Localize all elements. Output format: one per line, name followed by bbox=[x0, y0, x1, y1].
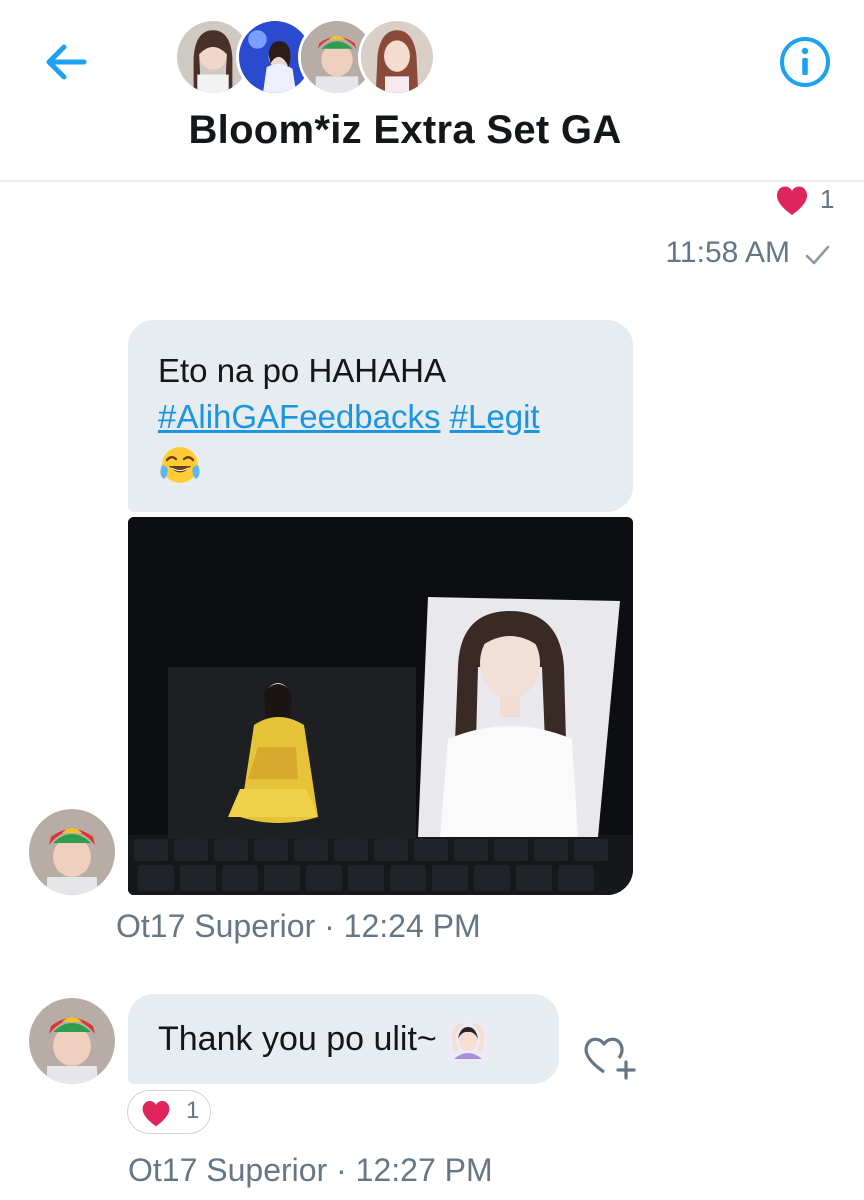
message-meta: Ot17 Superior · 12:27 PM bbox=[128, 1152, 493, 1188]
header-divider bbox=[0, 180, 864, 182]
group-avatars[interactable] bbox=[174, 18, 436, 98]
reaction-pill[interactable]: 1 bbox=[127, 1090, 211, 1134]
face-with-tears-of-joy-icon bbox=[160, 447, 200, 484]
back-button[interactable] bbox=[36, 34, 96, 90]
message-photo[interactable] bbox=[128, 517, 633, 895]
info-icon bbox=[780, 37, 830, 87]
reaction-count: 1 bbox=[186, 1097, 200, 1124]
message-bubble[interactable]: Eto na po HAHAHA #AlihGAFeedbacks #Legit bbox=[128, 320, 633, 512]
message-bubble[interactable]: Thank you po ulit~ bbox=[128, 994, 559, 1084]
message-time: 11:58 AM bbox=[665, 236, 790, 269]
hashtag-link[interactable]: #AlihGAFeedbacks bbox=[158, 398, 440, 435]
message-text: Thank you po ulit~ bbox=[158, 1020, 437, 1058]
heart-icon bbox=[142, 1101, 170, 1127]
reaction-count: 1 bbox=[820, 184, 835, 214]
message-meta: Ot17 Superior · 12:24 PM bbox=[116, 908, 481, 944]
heart-icon[interactable] bbox=[774, 182, 810, 218]
arrow-left-icon bbox=[46, 44, 87, 80]
add-reaction-button[interactable] bbox=[582, 1028, 640, 1084]
conversation-title: Bloom*iz Extra Set GA bbox=[188, 108, 622, 152]
check-icon bbox=[805, 245, 830, 265]
sender-avatar[interactable] bbox=[29, 998, 115, 1084]
hashtag-link[interactable]: #Legit bbox=[450, 398, 540, 435]
heart-plus-icon bbox=[584, 1037, 636, 1080]
group-member-avatar bbox=[358, 18, 436, 96]
message-text: Eto na po HAHAHA bbox=[158, 352, 446, 389]
person-gesturing-ok-icon bbox=[447, 1020, 490, 1063]
sender-avatar[interactable] bbox=[29, 809, 115, 895]
conversation-info-button[interactable] bbox=[770, 34, 836, 90]
